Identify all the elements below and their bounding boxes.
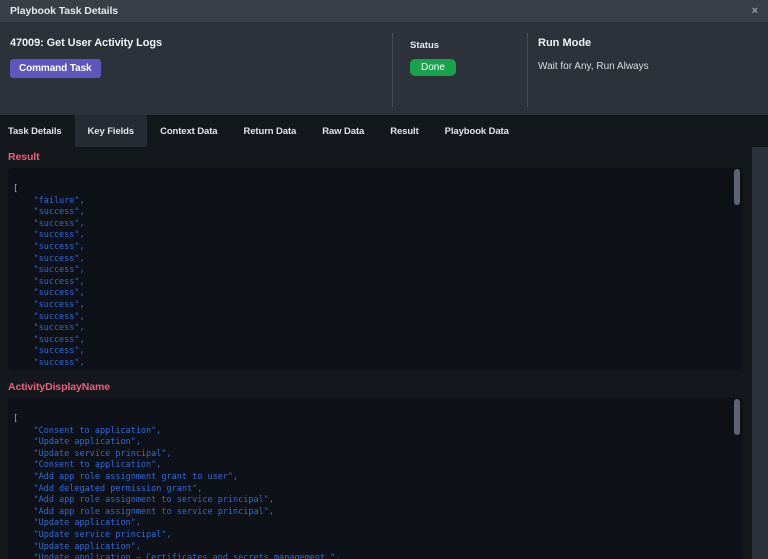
- code-line: "Update application",: [13, 518, 141, 529]
- scrollbar-thumb[interactable]: [734, 169, 740, 205]
- modal-titlebar: Playbook Task Details ×: [0, 0, 768, 22]
- code-line: "success",: [13, 288, 85, 299]
- code-line: "Add delegated permission grant",: [13, 483, 203, 494]
- code-line: "success",: [13, 311, 85, 322]
- tab-key-fields[interactable]: Key Fields: [74, 115, 148, 147]
- code-line: "failure",: [13, 195, 85, 206]
- tab-context-data[interactable]: Context Data: [147, 115, 230, 147]
- code-line: "success",: [13, 230, 85, 241]
- close-icon[interactable]: ×: [752, 5, 758, 17]
- tab-return-data[interactable]: Return Data: [230, 115, 309, 147]
- code-line: "success",: [13, 241, 85, 252]
- code-line: "success",: [13, 253, 85, 264]
- tab-label: Task Details: [8, 126, 62, 137]
- tab-result[interactable]: Result: [377, 115, 431, 147]
- status-badge: Done: [410, 59, 456, 76]
- tab-playbook-data[interactable]: Playbook Data: [432, 115, 522, 147]
- code-line: [: [13, 184, 19, 194]
- code-line: "Update service principal",: [13, 448, 172, 459]
- code-line: "success",: [13, 323, 85, 334]
- modal-scrollbar-track[interactable]: [752, 147, 768, 559]
- playbook-task-details-modal: Playbook Task Details × 47009: Get User …: [0, 0, 768, 559]
- tab-label: Raw Data: [322, 126, 365, 137]
- section-title: ActivityDisplayName: [8, 381, 110, 393]
- code-block: [ "failure", "success", "success", "succ…: [8, 168, 743, 370]
- tab-bar: Task Details Key Fields Context Data Ret…: [0, 115, 768, 147]
- status-column: Status Done: [392, 33, 527, 107]
- tab-label: Context Data: [160, 126, 218, 137]
- tab-label: Return Data: [243, 126, 297, 137]
- code-content: [ "Consent to application", "Update appl…: [8, 398, 743, 559]
- code-line: "Add app role assignment to service prin…: [13, 506, 274, 517]
- code-line: "Update application",: [13, 437, 141, 448]
- code-line: "success",: [13, 299, 85, 310]
- code-line: "Add app role assignment grant to user",: [13, 471, 239, 482]
- modal-title: Playbook Task Details: [10, 5, 119, 17]
- code-line: [: [13, 414, 19, 424]
- section-activitydisplayname: ActivityDisplayName [ "Consent to applic…: [8, 381, 743, 559]
- tab-label: Key Fields: [87, 126, 135, 137]
- tab-raw-data[interactable]: Raw Data: [309, 115, 377, 147]
- status-label: Status: [410, 40, 440, 51]
- code-line: "success",: [13, 265, 85, 276]
- code-line: "success",: [13, 276, 85, 287]
- code-line: "Update application – Certificates and s…: [13, 553, 341, 559]
- tab-task-details[interactable]: Task Details: [0, 115, 75, 147]
- key-fields-panel: Result [ "failure", "success", "success"…: [0, 147, 752, 559]
- task-type-badge: Command Task: [10, 59, 101, 78]
- run-mode-value: Wait for Any, Run Always: [538, 61, 649, 72]
- code-line: "Update application",: [13, 541, 141, 552]
- code-line: "Consent to application",: [13, 460, 162, 471]
- task-title: 47009: Get User Activity Logs: [10, 37, 162, 49]
- section-title: Result: [8, 151, 40, 163]
- run-mode-column: Run Mode Wait for Any, Run Always: [527, 33, 768, 107]
- code-line: "Consent to application",: [13, 425, 162, 436]
- tab-label: Playbook Data: [444, 126, 509, 137]
- run-mode-label: Run Mode: [538, 37, 592, 49]
- code-line: "success",: [13, 218, 85, 229]
- code-line: "success",: [13, 334, 85, 345]
- scrollbar-thumb[interactable]: [734, 399, 740, 435]
- code-line: "Add app role assignment to service prin…: [13, 495, 274, 506]
- code-content: [ "failure", "success", "success", "succ…: [8, 168, 743, 370]
- code-line: "success",: [13, 207, 85, 218]
- code-line: "Update service principal",: [13, 529, 172, 540]
- section-result: Result [ "failure", "success", "success"…: [8, 151, 743, 370]
- tab-content-area: Task Details Key Fields Context Data Ret…: [0, 115, 768, 559]
- code-line: "success",: [13, 346, 85, 357]
- task-header: 47009: Get User Activity Logs Command Ta…: [0, 22, 768, 115]
- code-block: [ "Consent to application", "Update appl…: [8, 398, 743, 559]
- task-title-column: 47009: Get User Activity Logs Command Ta…: [0, 22, 392, 115]
- tab-label: Result: [390, 126, 419, 137]
- code-line: "success",: [13, 357, 85, 368]
